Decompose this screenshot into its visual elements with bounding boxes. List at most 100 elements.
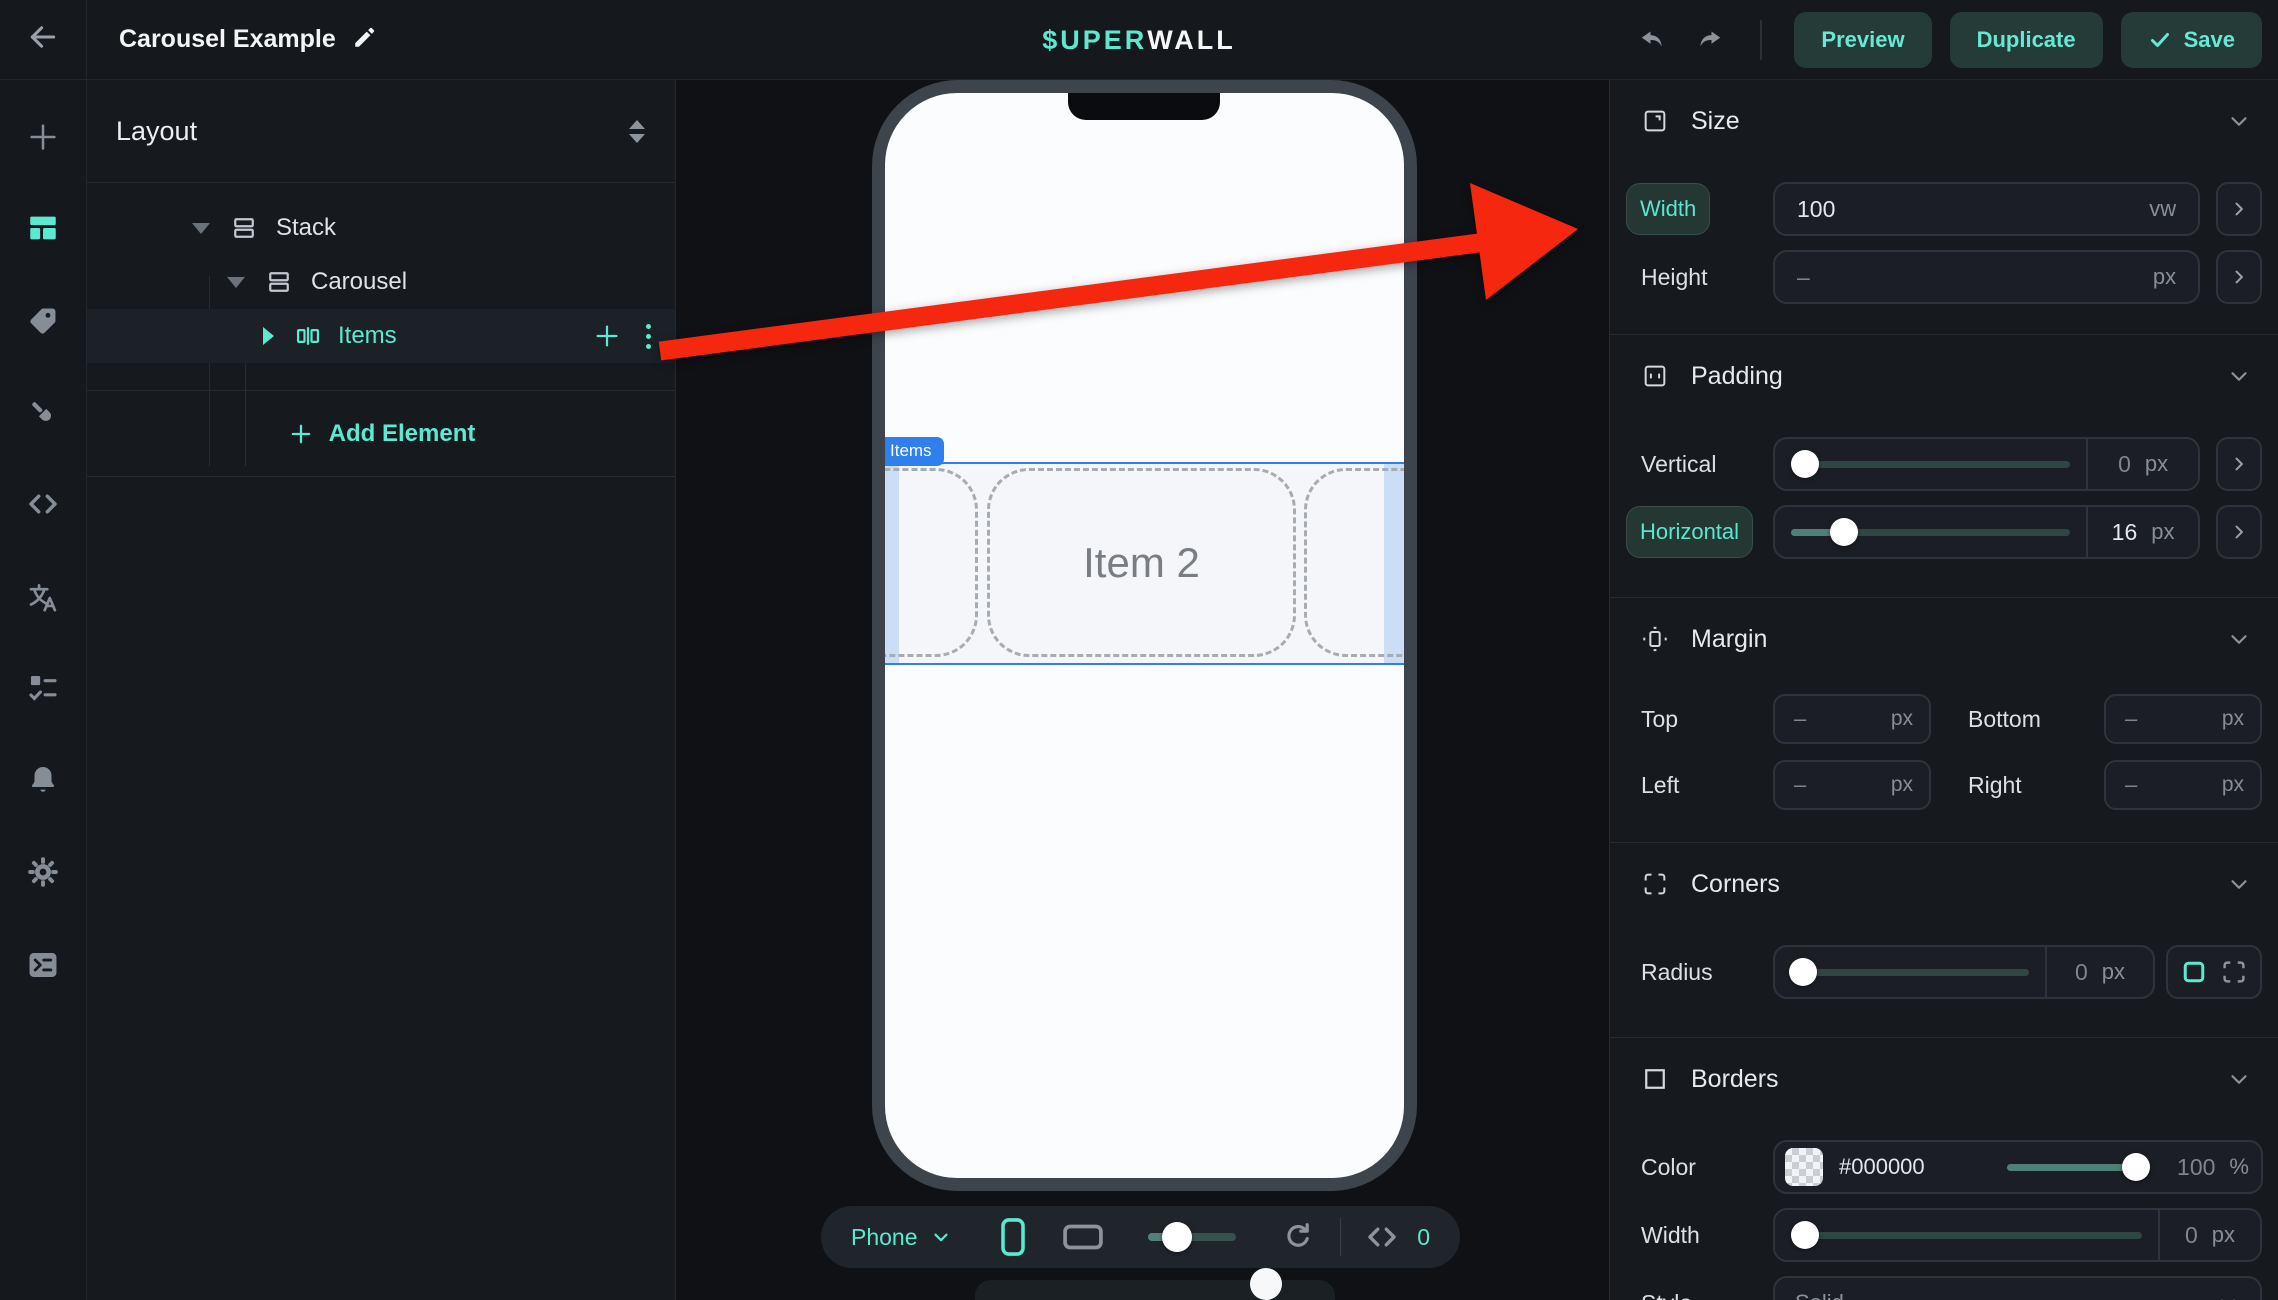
layout-icon[interactable] — [24, 209, 62, 247]
gear-icon[interactable] — [24, 853, 62, 891]
horizontal-unit: px — [2151, 519, 2174, 545]
preview-button[interactable]: Preview — [1794, 12, 1931, 68]
canvas[interactable]: Items Item 2 — [676, 80, 1609, 1300]
chevron-down-icon[interactable] — [2226, 108, 2252, 134]
device-select[interactable]: Phone — [851, 1224, 952, 1251]
size-icon — [1641, 107, 1669, 135]
individual-radius-icon[interactable] — [2219, 957, 2249, 987]
view-code-icon[interactable] — [1365, 1220, 1399, 1254]
more-options-icon[interactable] — [646, 324, 651, 349]
add-child-icon[interactable] — [592, 321, 622, 351]
margin-left-input[interactable]: – px — [1773, 760, 1931, 810]
landscape-mode-icon[interactable] — [1062, 1222, 1104, 1252]
size-section: Size Width 100 vw Height – px — [1610, 80, 2278, 335]
horizontal-padding-slider[interactable]: 16 px — [1773, 505, 2200, 559]
width-unit: vw — [2149, 196, 2176, 222]
border-style-value: Solid — [1795, 1290, 1844, 1300]
save-button[interactable]: Save — [2121, 12, 2262, 68]
code-icon[interactable] — [24, 485, 62, 523]
superwall-editor: Carousel Example $UPERWALL Preview Dupli… — [0, 0, 2278, 1300]
stack-icon — [265, 268, 293, 296]
border-style-label: Style — [1626, 1290, 1692, 1300]
section-title: Size — [1691, 107, 1740, 136]
checklist-icon[interactable] — [24, 669, 62, 707]
tag-icon[interactable] — [24, 302, 62, 340]
chevron-down-icon[interactable] — [2226, 1066, 2252, 1092]
translate-icon[interactable] — [24, 578, 62, 616]
radius-label: Radius — [1626, 959, 1713, 986]
width-value: 100 — [1797, 196, 1835, 223]
phone-screen[interactable]: Items Item 2 — [885, 93, 1404, 1178]
height-expand-button[interactable] — [2216, 250, 2262, 304]
selection-badge: Items — [885, 437, 944, 466]
expand-caret-icon[interactable] — [263, 327, 274, 345]
check-icon — [2148, 28, 2172, 52]
border-width-unit: px — [2212, 1222, 2235, 1248]
terminal-icon[interactable] — [24, 946, 62, 984]
border-width-slider[interactable]: 0 px — [1773, 1208, 2262, 1262]
padding-icon — [1641, 362, 1669, 390]
collapse-caret-icon[interactable] — [227, 277, 245, 288]
horizontal-padding-chip[interactable]: Horizontal — [1626, 506, 1753, 558]
width-expand-button[interactable] — [2216, 182, 2262, 236]
portrait-mode-icon[interactable] — [998, 1217, 1028, 1257]
carousel-items-icon — [294, 322, 322, 350]
margin-bottom-input[interactable]: – px — [2104, 694, 2262, 744]
layer-tree: Stack Carousel Items — [87, 183, 675, 477]
border-opacity-slider[interactable] — [1991, 1142, 2163, 1192]
section-title: Corners — [1691, 870, 1780, 899]
chevron-down-icon[interactable] — [2226, 363, 2252, 389]
paintbrush-icon[interactable] — [24, 394, 62, 432]
selection-box[interactable]: Item 2 — [885, 462, 1404, 665]
topbar-divider — [1760, 20, 1762, 60]
height-value: – — [1797, 264, 1810, 291]
tree-item-items[interactable]: Items — [87, 309, 675, 363]
padding-section: Padding Vertical 0 px — [1610, 335, 2278, 598]
duplicate-button[interactable]: Duplicate — [1950, 12, 2103, 68]
radius-slider[interactable]: 0 px — [1773, 945, 2155, 999]
carousel-item-text: Item 2 — [1083, 539, 1200, 587]
margin-right-input[interactable]: – px — [2104, 760, 2262, 810]
carousel-item-current[interactable]: Item 2 — [987, 468, 1296, 657]
back-button[interactable] — [0, 0, 87, 80]
uniform-radius-icon[interactable] — [2179, 957, 2209, 987]
margin-top-input[interactable]: – px — [1773, 694, 1931, 744]
redo-button[interactable] — [1690, 21, 1728, 59]
carousel-item-previous — [885, 468, 978, 657]
add-element-button[interactable]: Add Element — [87, 391, 675, 477]
vertical-padding-expand-button[interactable] — [2216, 437, 2262, 491]
chevron-down-icon[interactable] — [2226, 626, 2252, 652]
tree-item-stack[interactable]: Stack — [87, 201, 675, 255]
width-unit-chip[interactable]: Width — [1626, 183, 1710, 235]
preview-toolbar: Phone 0 — [821, 1206, 1460, 1268]
margin-icon — [1641, 625, 1669, 653]
corners-section: Corners Radius 0 px — [1610, 843, 2278, 1038]
stack-icon — [230, 214, 258, 242]
refresh-icon[interactable] — [1282, 1221, 1314, 1253]
edit-title-icon[interactable] — [352, 24, 378, 55]
code-count: 0 — [1417, 1224, 1430, 1251]
border-opacity-unit: % — [2229, 1154, 2249, 1180]
zoom-slider[interactable] — [1148, 1233, 1237, 1241]
chevron-down-icon[interactable] — [2226, 871, 2252, 897]
border-color-picker[interactable]: #000000 — [1775, 1142, 1991, 1192]
phone-notch — [1068, 93, 1220, 120]
corners-icon — [1641, 870, 1669, 898]
tree-item-carousel[interactable]: Carousel — [87, 255, 675, 309]
zoom-slider-handle[interactable] — [1162, 1222, 1192, 1252]
sort-icon[interactable] — [629, 120, 645, 143]
bell-icon[interactable] — [24, 761, 62, 799]
border-style-select[interactable]: Solid — [1773, 1276, 2262, 1300]
vertical-padding-slider[interactable]: 0 px — [1773, 437, 2200, 491]
height-input[interactable]: – px — [1773, 250, 2200, 304]
color-swatch[interactable] — [1785, 1148, 1823, 1186]
vertical-unit: px — [2145, 451, 2168, 477]
inspector-panel: Size Width 100 vw Height – px — [1609, 80, 2278, 1300]
border-color-control: #000000 100 % — [1773, 1140, 2263, 1194]
horizontal-padding-expand-button[interactable] — [2216, 505, 2262, 559]
collapse-caret-icon[interactable] — [192, 223, 210, 234]
add-icon[interactable] — [24, 118, 62, 156]
height-unit: px — [2153, 264, 2176, 290]
undo-button[interactable] — [1634, 21, 1672, 59]
width-input[interactable]: 100 vw — [1773, 182, 2200, 236]
